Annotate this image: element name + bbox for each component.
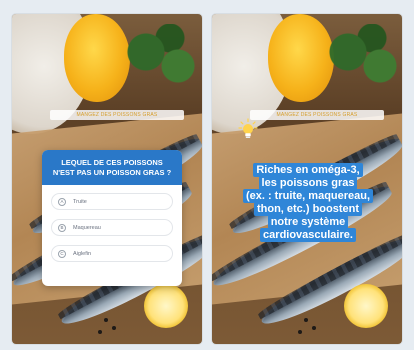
statement-line: les poissons gras [258,176,358,190]
statement-line: cardiovasculaire. [260,228,356,242]
answer-label: Maquereau [73,224,101,231]
pepper-grain [312,326,316,330]
lemon-slice-image [144,284,188,328]
quiz-answer-c[interactable]: C Aiglefin [51,245,173,262]
quiz-answer-a[interactable]: A Truite [51,193,173,210]
answer-letter: C [58,249,66,258]
pepper-grain [98,330,102,334]
herbs-image [324,24,402,94]
quiz-question: Lequel de ces poissons n'est pas un pois… [42,150,182,185]
story-panel-left: Mangez Des Poissons Gras Lequel de ces p… [12,14,202,344]
topic-tag: Mangez Des Poissons Gras [50,110,184,120]
answer-label: Truite [73,198,87,205]
statement-line: Riches en oméga-3, [253,163,363,177]
answer-letter: A [58,197,66,206]
pepper-grain [298,330,302,334]
answer-label: Aiglefin [73,250,92,257]
statement-line: (ex. : truite, maquereau, [242,189,374,203]
statement-line: thon, etc.) boostent [253,202,363,216]
statement-line: notre système [267,215,349,229]
answer-letter: B [58,223,66,232]
quiz-answers: A Truite B Maquereau C Aiglefin [42,185,182,262]
statement-text: Riches en oméga-3, les poissons gras (ex… [228,163,388,242]
pepper-grain [304,318,308,322]
lemon-slice-image [344,284,388,328]
pepper-grain [112,326,116,330]
lemon-image [64,14,130,102]
story-panel-right: Mangez Des Poissons Gras Riches en oméga… [212,14,402,344]
herbs-image [122,24,202,94]
topic-tag: Mangez Des Poissons Gras [250,110,384,120]
lightbulb-icon [238,118,258,140]
quiz-answer-b[interactable]: B Maquereau [51,219,173,236]
quiz-card: Lequel de ces poissons n'est pas un pois… [42,150,182,286]
pepper-grain [104,318,108,322]
